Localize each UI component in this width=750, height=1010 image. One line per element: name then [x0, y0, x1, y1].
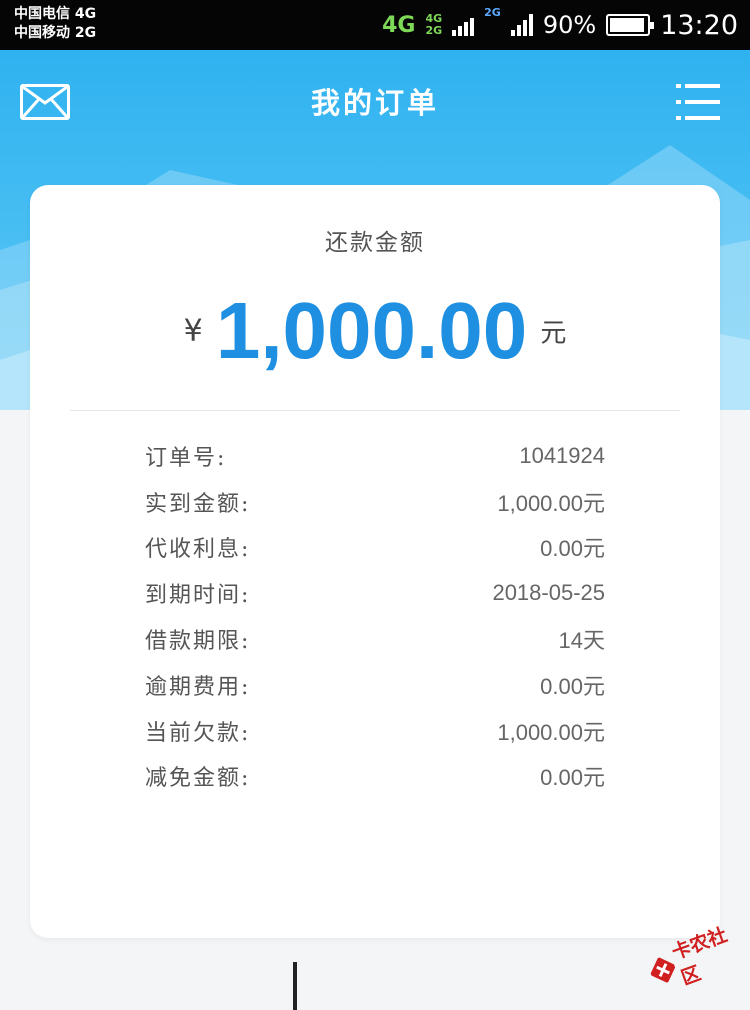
carrier-2: 中国移动 2G — [14, 25, 97, 41]
currency-symbol: ¥ — [183, 313, 203, 349]
amount-unit: 元 — [540, 318, 567, 349]
detail-value: 0.00元 — [540, 673, 605, 699]
detail-row-order-number: 订单号: 1041924 — [145, 433, 605, 479]
detail-value: 1,000.00元 — [497, 490, 605, 516]
detail-label: 当前欠款: — [145, 720, 251, 746]
detail-value: 2018-05-25 — [492, 580, 605, 606]
detail-value: 14天 — [558, 628, 605, 654]
page-title: 我的订单 — [310, 86, 439, 120]
detail-label: 逾期费用: — [145, 674, 251, 700]
repayment-amount-label: 还款金额 — [325, 230, 425, 256]
detail-row-overdue-fee: 逾期费用: 0.00元 — [145, 662, 605, 708]
divider — [70, 410, 680, 411]
detail-row-loan-term: 借款期限: 14天 — [145, 616, 605, 662]
detail-label: 减免金额: — [145, 766, 251, 792]
battery-icon — [606, 14, 655, 36]
bottom-mark — [293, 962, 297, 1010]
detail-label: 实到金额: — [145, 491, 251, 517]
detail-value: 0.00元 — [540, 765, 605, 791]
detail-label: 借款期限: — [145, 629, 251, 655]
detail-label: 代收利息: — [145, 537, 251, 563]
status-bar: 中国电信 4G 中国移动 2G 4G 4G 2G 2G 90% 13:20 — [0, 0, 750, 50]
carrier-1: 中国电信 4G — [14, 6, 97, 22]
battery-percent: 90% — [542, 11, 597, 39]
detail-row-current-debt: 当前欠款: 1,000.00元 — [145, 708, 605, 754]
status-icons: 4G 4G 2G 2G 90% 13:20 — [382, 0, 738, 50]
detail-value: 0.00元 — [540, 536, 605, 562]
menu-icon[interactable] — [676, 82, 720, 122]
network-stack-bottom: 2G — [425, 24, 443, 37]
detail-row-due-date: 到期时间: 2018-05-25 — [145, 570, 605, 616]
detail-label: 到期时间: — [145, 583, 251, 609]
order-card: 还款金额 ¥ 1,000.00 元 订单号: 1041924 实到金额: 1,0… — [30, 185, 720, 938]
detail-row-waived-amount: 减免金额: 0.00元 — [145, 754, 605, 800]
network-stack: 4G 2G — [425, 13, 442, 37]
detail-row-interest: 代收利息: 0.00元 — [145, 525, 605, 571]
amount-value: 1,000.00 — [215, 286, 528, 375]
signal-bars-icon — [452, 14, 475, 36]
detail-value: 1,000.00元 — [497, 719, 605, 745]
carrier-info: 中国电信 4G 中国移动 2G — [14, 5, 96, 43]
clock: 13:20 — [660, 9, 738, 41]
detail-label: 订单号: — [145, 445, 227, 471]
network-4g-label: 4G — [382, 12, 416, 38]
repayment-amount: ¥ 1,000.00 元 — [30, 285, 720, 377]
detail-value: 1041924 — [519, 442, 605, 468]
signal-bars-icon — [510, 14, 533, 36]
detail-row-received-amount: 实到金额: 1,000.00元 — [145, 479, 605, 525]
network-2g-label: 2G — [484, 6, 501, 19]
order-details: 订单号: 1041924 实到金额: 1,000.00元 代收利息: 0.00元… — [145, 433, 605, 799]
